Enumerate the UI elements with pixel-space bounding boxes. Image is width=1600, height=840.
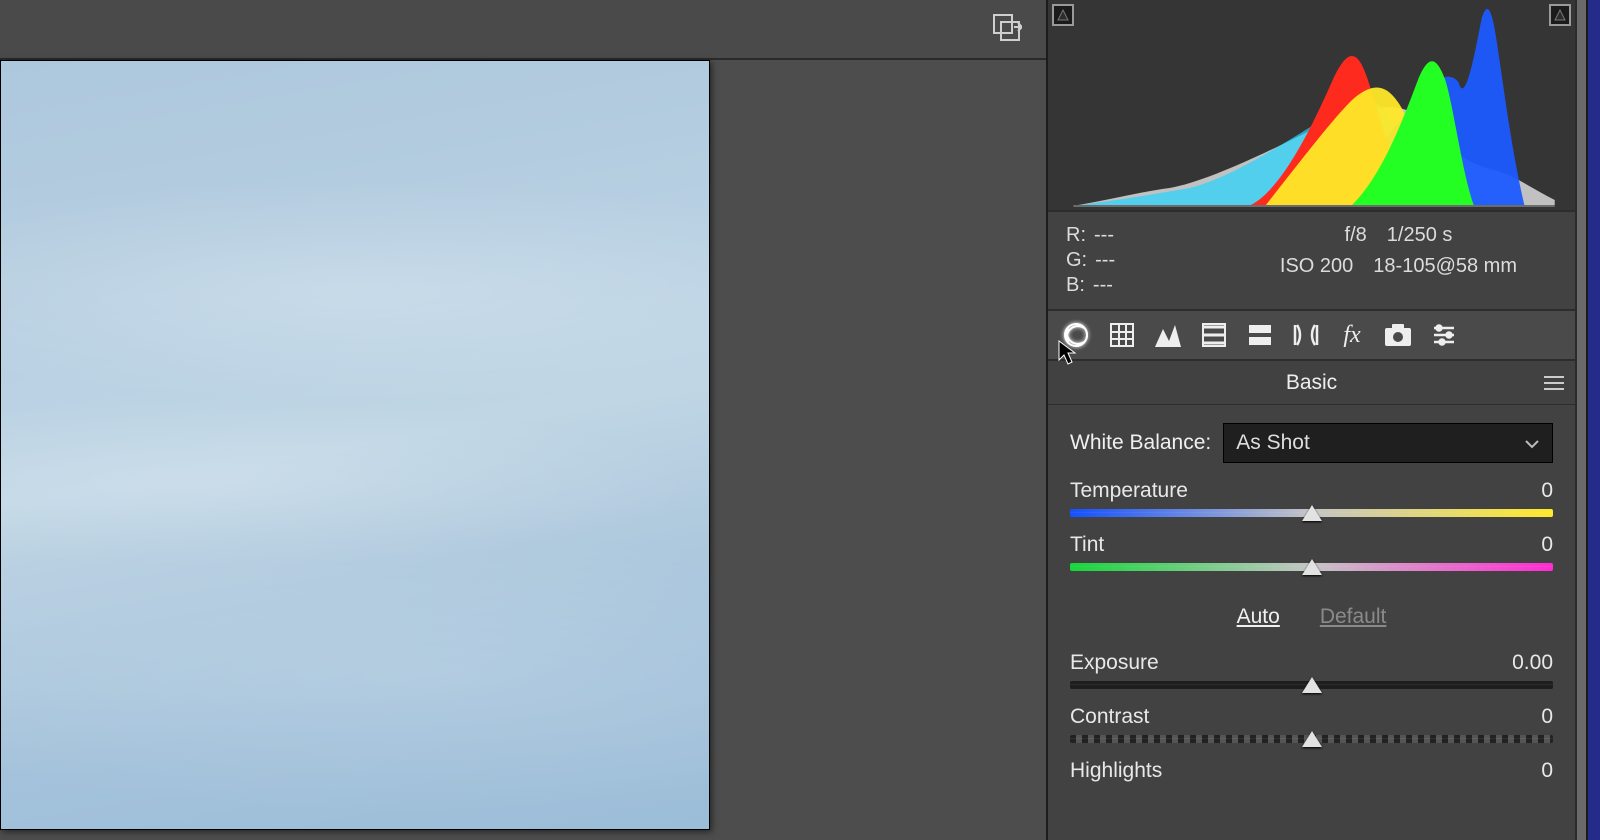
- split-toning-tab-icon[interactable]: [1244, 319, 1276, 351]
- scrollbar[interactable]: [1575, 0, 1586, 840]
- contrast-value[interactable]: 0: [1541, 705, 1553, 729]
- exif-iso: ISO 200: [1280, 255, 1353, 278]
- slider-thumb[interactable]: [1302, 505, 1322, 521]
- detail-tab-icon[interactable]: [1152, 319, 1184, 351]
- canvas-toolbar: [0, 0, 1046, 60]
- exif-lens: 18-105@58 mm: [1373, 255, 1517, 278]
- presets-tab-icon[interactable]: [1428, 319, 1460, 351]
- panel-menu-icon[interactable]: [1543, 373, 1565, 397]
- highlight-clip-indicator[interactable]: [1549, 4, 1571, 26]
- auto-button[interactable]: Auto: [1237, 605, 1280, 629]
- panel-header: Basic: [1048, 361, 1575, 405]
- g-label: G:: [1066, 249, 1087, 272]
- highlights-value[interactable]: 0: [1541, 759, 1553, 783]
- metadata-bar: R: --- G: --- B: --- f/8 1/250 s ISO 200 18…: [1048, 210, 1575, 311]
- color-mixer-tab-icon[interactable]: [1198, 319, 1230, 351]
- histogram[interactable]: [1048, 0, 1575, 210]
- panel-title: Basic: [1286, 371, 1337, 395]
- tint-label: Tint: [1070, 533, 1104, 557]
- tone-curve-tab-icon[interactable]: [1106, 319, 1138, 351]
- exposure-slider[interactable]: [1070, 681, 1553, 689]
- white-balance-select[interactable]: As Shot: [1223, 423, 1553, 463]
- chevron-down-icon: [1524, 431, 1540, 455]
- lens-corrections-tab-icon[interactable]: [1290, 319, 1322, 351]
- effects-tab-icon[interactable]: fx: [1336, 319, 1368, 351]
- white-balance-value: As Shot: [1236, 431, 1310, 455]
- contrast-label: Contrast: [1070, 705, 1149, 729]
- basic-panel: White Balance: As Shot Temperature 0: [1048, 405, 1575, 785]
- exif-info: f/8 1/250 s ISO 200 18-105@58 mm: [1280, 224, 1517, 297]
- contrast-slider[interactable]: [1070, 735, 1553, 743]
- white-balance-label: White Balance:: [1070, 431, 1211, 455]
- b-value: ---: [1093, 274, 1113, 297]
- tint-value[interactable]: 0: [1541, 533, 1553, 557]
- inspector-panel: R: --- G: --- B: --- f/8 1/250 s ISO 200 18…: [1046, 0, 1575, 840]
- basic-tab-icon[interactable]: [1060, 319, 1092, 351]
- exposure-label: Exposure: [1070, 651, 1159, 675]
- canvas-area: [0, 0, 1046, 840]
- r-label: R:: [1066, 224, 1086, 247]
- exif-shutter: 1/250 s: [1387, 224, 1453, 247]
- shadow-clip-indicator[interactable]: [1052, 4, 1074, 26]
- edit-tabs: fx: [1048, 311, 1575, 361]
- exposure-value[interactable]: 0.00: [1512, 651, 1553, 675]
- default-button[interactable]: Default: [1320, 605, 1387, 629]
- r-value: ---: [1094, 224, 1114, 247]
- slider-thumb[interactable]: [1302, 559, 1322, 575]
- calibration-tab-icon[interactable]: [1382, 319, 1414, 351]
- right-edge: [1586, 0, 1600, 840]
- temperature-value[interactable]: 0: [1541, 479, 1553, 503]
- temperature-slider[interactable]: [1070, 509, 1553, 517]
- slider-thumb[interactable]: [1302, 731, 1322, 747]
- slider-thumb[interactable]: [1302, 677, 1322, 693]
- highlights-label: Highlights: [1070, 759, 1162, 783]
- temperature-label: Temperature: [1070, 479, 1188, 503]
- canvas-viewport[interactable]: [0, 60, 1046, 840]
- photo-preview: [0, 60, 710, 830]
- exif-aperture: f/8: [1345, 224, 1367, 247]
- b-label: B:: [1066, 274, 1085, 297]
- tint-slider[interactable]: [1070, 563, 1553, 571]
- export-icon[interactable]: [992, 13, 1022, 46]
- g-value: ---: [1095, 249, 1115, 272]
